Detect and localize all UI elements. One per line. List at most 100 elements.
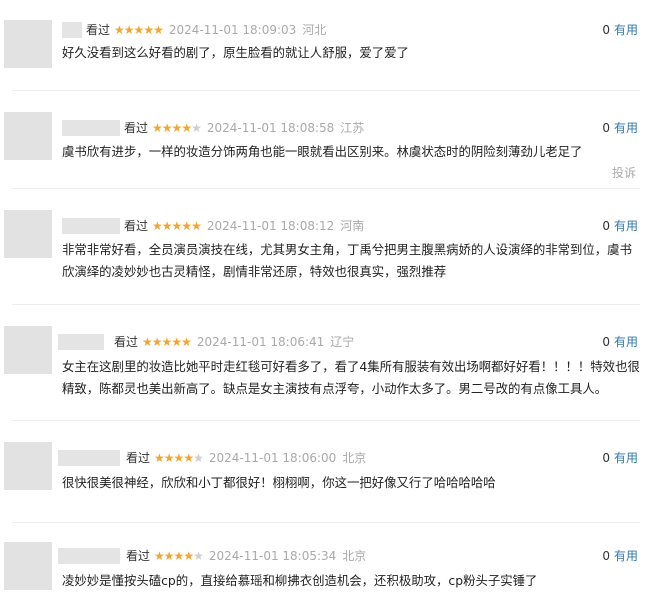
star-filled-icon: ★: [133, 23, 145, 37]
star-filled-icon: ★: [171, 335, 182, 349]
review-text: 好久没看到这么好看的剧了，原生脸看的就让人舒服，爱了爱了: [62, 45, 409, 60]
star-filled-icon: ★: [154, 451, 165, 465]
review-time: 2024-11-01 18:08:12: [206, 219, 335, 233]
review-meta: 看过 ★★★★★ 2024-11-01 18:08:58 江苏: [124, 120, 364, 136]
report-button[interactable]: 投诉: [612, 164, 636, 181]
rating-stars: ★★★★★: [154, 451, 204, 465]
review-time: 2024-11-01 18:08:58: [206, 121, 335, 135]
useful-vote: 0 有用: [602, 22, 638, 38]
useful-vote: 0 有用: [602, 334, 638, 350]
watched-label: 看过: [124, 219, 149, 233]
star-filled-icon: ★: [171, 121, 183, 135]
star-empty-icon: ★: [193, 549, 204, 563]
watched-label: 看过: [86, 23, 111, 37]
avatar[interactable]: [4, 112, 52, 160]
star-filled-icon: ★: [181, 219, 192, 233]
username-redacted[interactable]: [62, 22, 82, 38]
star-filled-icon: ★: [153, 23, 164, 37]
rating-stars: ★★★★★: [154, 549, 204, 563]
review-text: 很快很美很神经，欣欣和小丁都很好！栩栩啊，你这一把好像又行了哈哈哈哈哈: [62, 475, 496, 490]
review-time: 2024-11-01 18:05:34: [208, 549, 337, 563]
star-filled-icon: ★: [181, 121, 192, 135]
star-filled-icon: ★: [163, 451, 175, 465]
avatar[interactable]: [4, 326, 52, 374]
star-filled-icon: ★: [161, 219, 173, 233]
review-time: 2024-11-01 18:06:00: [208, 451, 337, 465]
useful-count: 0: [602, 219, 610, 233]
avatar[interactable]: [4, 210, 52, 258]
rating-stars: ★★★★★: [142, 335, 192, 349]
star-filled-icon: ★: [161, 121, 173, 135]
review-meta: 看过 ★★★★★ 2024-11-01 18:08:12 河南: [124, 218, 364, 234]
star-filled-icon: ★: [152, 219, 163, 233]
divider: [12, 304, 640, 305]
review-meta: 看过 ★★★★★ 2024-11-01 18:05:34 北京: [126, 548, 366, 564]
watched-label: 看过: [126, 549, 151, 563]
watched-label: 看过: [114, 335, 139, 349]
star-filled-icon: ★: [161, 335, 173, 349]
divider: [12, 90, 640, 91]
review-meta: 看过 ★★★★★ 2024-11-01 18:06:41 辽宁: [114, 334, 354, 350]
useful-count: 0: [602, 549, 610, 563]
watched-label: 看过: [124, 121, 149, 135]
divider: [12, 420, 640, 421]
rating-stars: ★★★★★: [114, 23, 164, 37]
review-text: 非常非常好看，全员演员演技在线，尤其男女主角，丁禹兮把男主腹黑病娇的人设演绎的非…: [62, 242, 632, 279]
star-filled-icon: ★: [191, 219, 202, 233]
star-filled-icon: ★: [163, 549, 175, 563]
useful-vote: 0 有用: [602, 218, 638, 234]
review-time: 2024-11-01 18:09:03: [168, 23, 297, 37]
useful-button[interactable]: 有用: [614, 451, 638, 465]
username-redacted[interactable]: [62, 120, 120, 136]
useful-button[interactable]: 有用: [614, 121, 638, 135]
review-time: 2024-11-01 18:06:41: [196, 335, 325, 349]
useful-button[interactable]: 有用: [614, 335, 638, 349]
useful-button[interactable]: 有用: [614, 549, 638, 563]
star-filled-icon: ★: [142, 335, 153, 349]
review-location: 河南: [340, 219, 365, 233]
review-text: 虞书欣有进步，一样的妆造分饰两角也能一眼就看出区别来。林虞状态时的阴险刻薄劲儿老…: [62, 144, 583, 159]
useful-count: 0: [602, 335, 610, 349]
review-text: 凌妙妙是懂按头磕cp的，直接给慕瑶和柳拂衣创造机会，还积极助攻，cp粉头子实锤了: [62, 573, 538, 588]
rating-stars: ★★★★★: [152, 121, 202, 135]
useful-count: 0: [602, 121, 610, 135]
username-redacted[interactable]: [58, 548, 120, 564]
useful-vote: 0 有用: [602, 450, 638, 466]
avatar[interactable]: [4, 442, 52, 490]
useful-button[interactable]: 有用: [614, 219, 638, 233]
star-filled-icon: ★: [171, 219, 183, 233]
useful-vote: 0 有用: [602, 548, 638, 564]
review-location: 江苏: [340, 121, 365, 135]
username-redacted[interactable]: [58, 334, 104, 350]
star-filled-icon: ★: [152, 121, 163, 135]
review-location: 北京: [342, 451, 367, 465]
review-text: 女主在这剧里的妆造比她平时走红毯可好看多了，看了4集所有服装有效出场啊都好好看！…: [62, 359, 640, 396]
username-redacted[interactable]: [62, 218, 120, 234]
review-meta: 看过 ★★★★★ 2024-11-01 18:06:00 北京: [126, 450, 366, 466]
star-filled-icon: ★: [123, 23, 135, 37]
star-filled-icon: ★: [151, 335, 163, 349]
avatar[interactable]: [4, 20, 52, 68]
useful-vote: 0 有用: [602, 120, 638, 136]
useful-count: 0: [602, 23, 610, 37]
review-meta: 看过 ★★★★★ 2024-11-01 18:09:03 河北: [86, 22, 326, 38]
star-filled-icon: ★: [183, 549, 194, 563]
review-location: 北京: [342, 549, 367, 563]
star-filled-icon: ★: [181, 335, 192, 349]
star-filled-icon: ★: [173, 451, 185, 465]
review-location: 辽宁: [330, 335, 355, 349]
star-filled-icon: ★: [173, 549, 185, 563]
review-location: 河北: [302, 23, 327, 37]
rating-stars: ★★★★★: [152, 219, 202, 233]
star-filled-icon: ★: [143, 23, 154, 37]
star-filled-icon: ★: [183, 451, 194, 465]
divider: [12, 522, 640, 523]
username-redacted[interactable]: [58, 450, 120, 466]
avatar[interactable]: [4, 542, 52, 590]
useful-button[interactable]: 有用: [614, 23, 638, 37]
star-filled-icon: ★: [154, 549, 165, 563]
useful-count: 0: [602, 451, 610, 465]
star-empty-icon: ★: [191, 121, 202, 135]
star-filled-icon: ★: [114, 23, 125, 37]
divider: [12, 188, 640, 189]
